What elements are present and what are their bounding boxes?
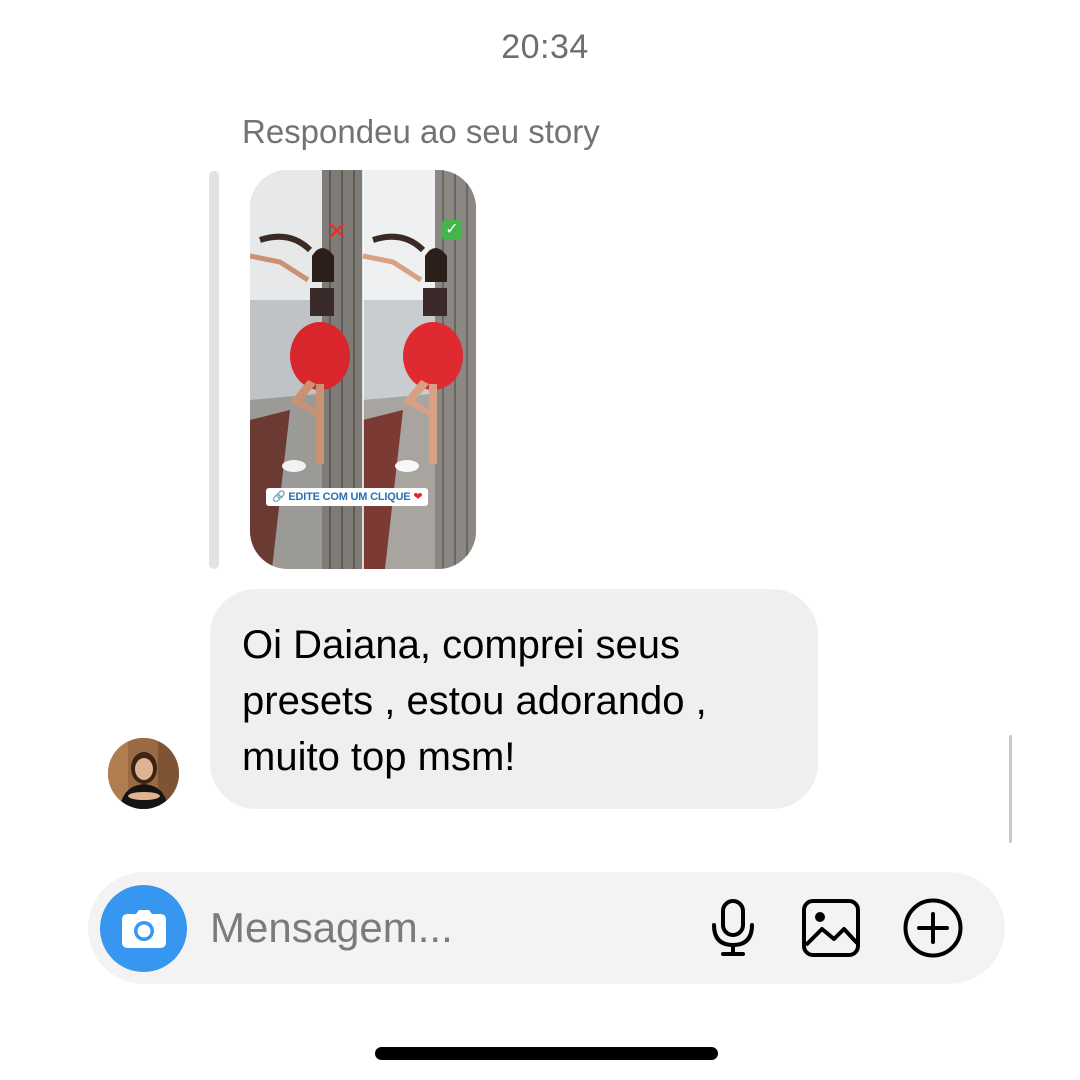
gallery-icon (802, 899, 860, 957)
microphone-icon (712, 899, 754, 956)
message-timestamp: 20:34 (501, 28, 589, 66)
sender-avatar[interactable] (108, 738, 179, 809)
message-bubble[interactable]: Oi Daiana, comprei seus presets , estou … (210, 589, 818, 809)
dm-thread-screen: 20:34 Respondeu ao seu story ✕ ✓ 🔗 EDITE… (0, 0, 1080, 1080)
message-line: presets , estou adorando , (242, 679, 707, 723)
story-reply-label: Respondeu ao seu story (242, 113, 600, 150)
link-icon: 🔗 (272, 491, 286, 503)
message-line: muito top msm! (242, 735, 516, 779)
before-cross-icon: ✕ (326, 216, 348, 246)
camera-button[interactable] (100, 885, 187, 972)
story-caption-text: EDITE COM UM CLIQUE (288, 491, 411, 503)
microphone-button[interactable] (702, 897, 764, 959)
gallery-button[interactable] (800, 897, 862, 959)
plus-circle-icon (903, 898, 963, 958)
after-check-icon: ✓ (442, 220, 462, 240)
more-options-button[interactable] (902, 897, 964, 959)
story-caption: 🔗 EDITE COM UM CLIQUE ❤ (266, 488, 429, 506)
heart-icon: ❤ (413, 491, 423, 503)
scroll-indicator[interactable] (1009, 735, 1012, 843)
story-thumbnail[interactable]: ✕ ✓ 🔗 EDITE COM UM CLIQUE ❤ (250, 170, 476, 569)
message-input[interactable] (210, 900, 680, 956)
message-composer (88, 872, 1005, 984)
reply-quote-bar (209, 171, 219, 569)
camera-icon (121, 909, 166, 948)
avatar-image (108, 738, 179, 809)
message-line: Oi Daiana, comprei seus (242, 623, 680, 667)
home-indicator[interactable] (375, 1047, 718, 1060)
